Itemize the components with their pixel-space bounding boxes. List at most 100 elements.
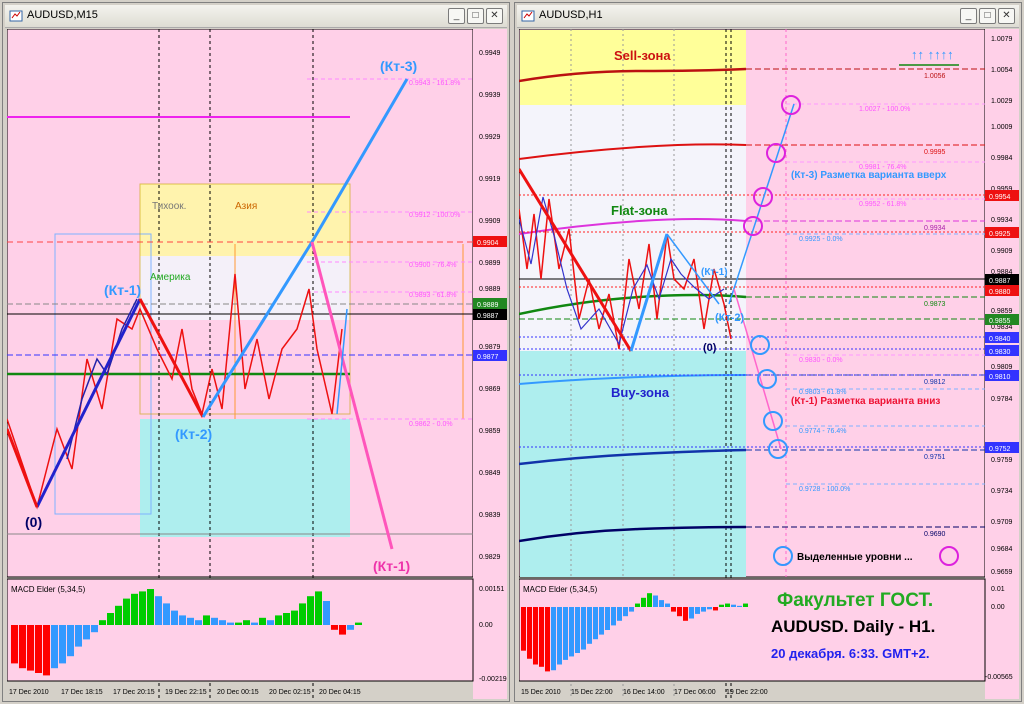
x-tick: 15 Dec 2010 bbox=[521, 689, 561, 696]
macd-title: MACD Elder (5,34,5) bbox=[523, 585, 598, 594]
macd-bar bbox=[11, 625, 18, 664]
chart-window-m15[interactable]: AUDUSD,M15 _ □ ✕ Тихоок. Азия Америка 0.… bbox=[2, 2, 510, 702]
macd-bar bbox=[737, 605, 742, 607]
y-tick: 0.9899 bbox=[479, 260, 501, 267]
macd-bar bbox=[599, 607, 604, 635]
window-titlebar[interactable]: AUDUSD,M15 _ □ ✕ bbox=[5, 5, 507, 28]
macd-bar bbox=[713, 607, 718, 611]
macd-bar bbox=[107, 613, 114, 625]
macd-bar bbox=[701, 607, 706, 612]
window-titlebar[interactable]: AUDUSD,H1 _ □ ✕ bbox=[517, 5, 1019, 28]
macd-tick: 0.00 bbox=[479, 622, 493, 629]
macd-bar bbox=[641, 597, 646, 607]
wave-label-kt2: (Кт-2) bbox=[175, 426, 212, 442]
macd-bar bbox=[35, 625, 42, 673]
price-tag-text: 0.9830 bbox=[989, 349, 1011, 356]
macd-bar bbox=[211, 617, 218, 625]
wave-label-kt2: (Кт-2) bbox=[715, 312, 745, 324]
fib-label: 0.9893 - 61.8% bbox=[409, 292, 456, 299]
macd-bar bbox=[75, 625, 82, 647]
wave-label-kt1: (Кт-1) bbox=[701, 267, 728, 278]
price-tag-text: 0.9880 bbox=[989, 289, 1011, 296]
macd-bar bbox=[557, 607, 562, 665]
price-tag-text: 0.9904 bbox=[477, 240, 499, 247]
y-tick: 0.9829 bbox=[479, 554, 501, 561]
macd-bar bbox=[299, 603, 306, 625]
macd-bar bbox=[563, 607, 568, 660]
level-label: 0.9873 bbox=[924, 301, 946, 308]
chart-window-h1[interactable]: AUDUSD,H1 _ □ ✕ Выделенные уровни ... Se… bbox=[514, 2, 1022, 702]
wave-label-0: (0) bbox=[703, 342, 717, 354]
macd-bar bbox=[67, 625, 74, 657]
price-tag-text: 0.9889 bbox=[477, 302, 499, 309]
macd-bar bbox=[647, 593, 652, 607]
macd-bar bbox=[629, 607, 634, 612]
y-tick: 0.9849 bbox=[479, 470, 501, 477]
macd-bar bbox=[527, 607, 532, 659]
macd-bar bbox=[743, 603, 748, 607]
level-label: 0.9995 bbox=[924, 149, 946, 156]
macd-bar bbox=[123, 598, 130, 625]
y-tick: 0.9784 bbox=[991, 396, 1013, 403]
y-tick: 0.9834 bbox=[991, 324, 1013, 331]
macd-bar bbox=[593, 607, 598, 640]
chart-window-icon bbox=[521, 10, 535, 22]
m15-chart-area[interactable]: Тихоок. Азия Америка 0.9943 - 161.8% 0.9… bbox=[7, 29, 507, 699]
minimize-button[interactable]: _ bbox=[960, 8, 977, 24]
macd-bar bbox=[275, 615, 282, 625]
y-tick: 1.0029 bbox=[991, 98, 1013, 105]
y-tick: 1.0079 bbox=[991, 36, 1013, 43]
macd-bar bbox=[99, 620, 106, 625]
macd-bar bbox=[623, 607, 628, 617]
fib-label: 0.9803 - 61.8% bbox=[799, 389, 846, 396]
y-tick: 0.9869 bbox=[479, 386, 501, 393]
y-tick: 0.9759 bbox=[991, 457, 1013, 464]
y-tick: 0.9929 bbox=[479, 134, 501, 141]
macd-bar bbox=[339, 625, 346, 635]
x-tick: 17 Dec 06:00 bbox=[674, 689, 716, 696]
macd-bar bbox=[725, 603, 730, 607]
macd-bar bbox=[533, 607, 538, 665]
price-tag-text: 0.9840 bbox=[989, 336, 1011, 343]
x-tick: 20 Dec 04:15 bbox=[319, 689, 361, 696]
x-tick: 17 Dec 20:15 bbox=[113, 689, 155, 696]
macd-bar bbox=[683, 607, 688, 621]
macd-bar bbox=[671, 607, 676, 612]
macd-bar bbox=[689, 607, 694, 619]
fib-label: 0.9774 - 76.4% bbox=[799, 428, 846, 435]
y-tick: 0.9949 bbox=[479, 50, 501, 57]
window-title: AUDUSD,M15 bbox=[27, 9, 98, 21]
x-tick: 17 Dec 18:15 bbox=[61, 689, 103, 696]
close-button[interactable]: ✕ bbox=[998, 8, 1015, 24]
price-tag-text: 0.9810 bbox=[989, 374, 1011, 381]
sell-zone bbox=[520, 30, 746, 105]
fib-label: 0.9728 - 100.0% bbox=[799, 486, 850, 493]
macd-bar bbox=[187, 617, 194, 625]
macd-bar bbox=[243, 620, 250, 625]
x-tick: 19 Dec 22:15 bbox=[165, 689, 207, 696]
minimize-button[interactable]: _ bbox=[448, 8, 465, 24]
macd-bar bbox=[323, 601, 330, 625]
price-tag-text: 0.9887 bbox=[477, 313, 499, 320]
maximize-button[interactable]: □ bbox=[467, 8, 484, 24]
macd-tick: -0.00219 bbox=[479, 676, 507, 683]
y-tick: 0.9734 bbox=[991, 488, 1013, 495]
macd-bar bbox=[665, 603, 670, 607]
chart-window-icon bbox=[9, 10, 23, 22]
macd-bar bbox=[291, 610, 298, 625]
fib-label: 0.9862 - 0.0% bbox=[409, 421, 453, 428]
macd-bar bbox=[219, 620, 226, 625]
close-button[interactable]: ✕ bbox=[486, 8, 503, 24]
price-tag-text: 0.9925 bbox=[989, 231, 1011, 238]
session-label-asia: Азия bbox=[235, 201, 257, 212]
wave-label-0: (0) bbox=[25, 514, 42, 530]
legend-text: Выделенные уровни ... bbox=[797, 552, 913, 563]
level-label: 0.9934 bbox=[924, 225, 946, 232]
y-tick: 0.9709 bbox=[991, 519, 1013, 526]
macd-bar bbox=[659, 600, 664, 607]
macd-bar bbox=[695, 607, 700, 614]
h1-chart-area[interactable]: Выделенные уровни ... Sell-зона Flat-зон… bbox=[519, 29, 1019, 699]
macd-bar bbox=[653, 595, 658, 607]
maximize-button[interactable]: □ bbox=[979, 8, 996, 24]
zone-label-flat: Flat-зона bbox=[611, 203, 668, 218]
